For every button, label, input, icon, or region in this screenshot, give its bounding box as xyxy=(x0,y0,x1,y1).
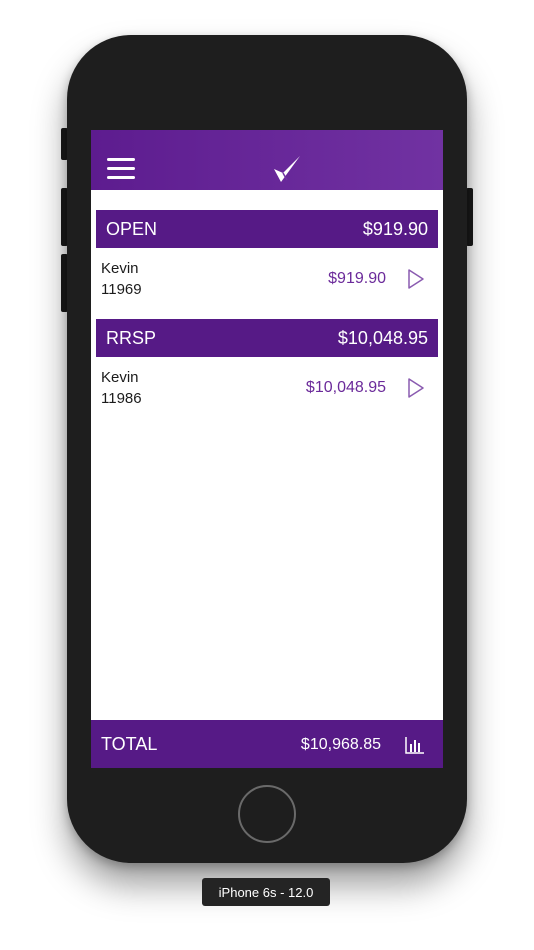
bar-chart-icon[interactable] xyxy=(405,736,425,754)
grand-total: $10,968.85 xyxy=(300,736,381,753)
power-button xyxy=(466,188,473,246)
chevron-right-icon[interactable] xyxy=(407,377,425,399)
account-row[interactable]: Kevin 11969 $919.90 xyxy=(91,250,443,308)
section-title: RRSP xyxy=(106,327,157,348)
total-footer: TOTAL $10,968.85 xyxy=(91,720,443,768)
account-amount: $919.90 xyxy=(328,270,386,287)
checkmark-logo-icon xyxy=(274,156,300,182)
nav-bar xyxy=(91,130,443,190)
total-label: TOTAL xyxy=(101,734,158,754)
account-holder-name: Kevin xyxy=(101,369,139,386)
section-header-open: OPEN $919.90 xyxy=(96,210,438,248)
home-button[interactable] xyxy=(238,785,296,843)
account-number: 11986 xyxy=(101,390,142,407)
section-total: $10,048.95 xyxy=(337,327,428,348)
account-amount: $10,048.95 xyxy=(305,379,386,396)
account-row[interactable]: Kevin 11986 $10,048.95 xyxy=(91,359,443,417)
chevron-right-icon[interactable] xyxy=(407,268,425,290)
app-screen: OPEN $919.90 Kevin 11969 $919.90 RRSP $1… xyxy=(91,130,443,768)
section-title: OPEN xyxy=(106,218,158,239)
hamburger-menu-icon[interactable] xyxy=(107,158,135,180)
account-holder-name: Kevin xyxy=(101,260,139,277)
account-number: 11969 xyxy=(101,281,142,298)
simulator-label: iPhone 6s - 12.0 xyxy=(202,878,330,906)
section-total: $919.90 xyxy=(362,218,428,239)
section-header-rrsp: RRSP $10,048.95 xyxy=(96,319,438,357)
